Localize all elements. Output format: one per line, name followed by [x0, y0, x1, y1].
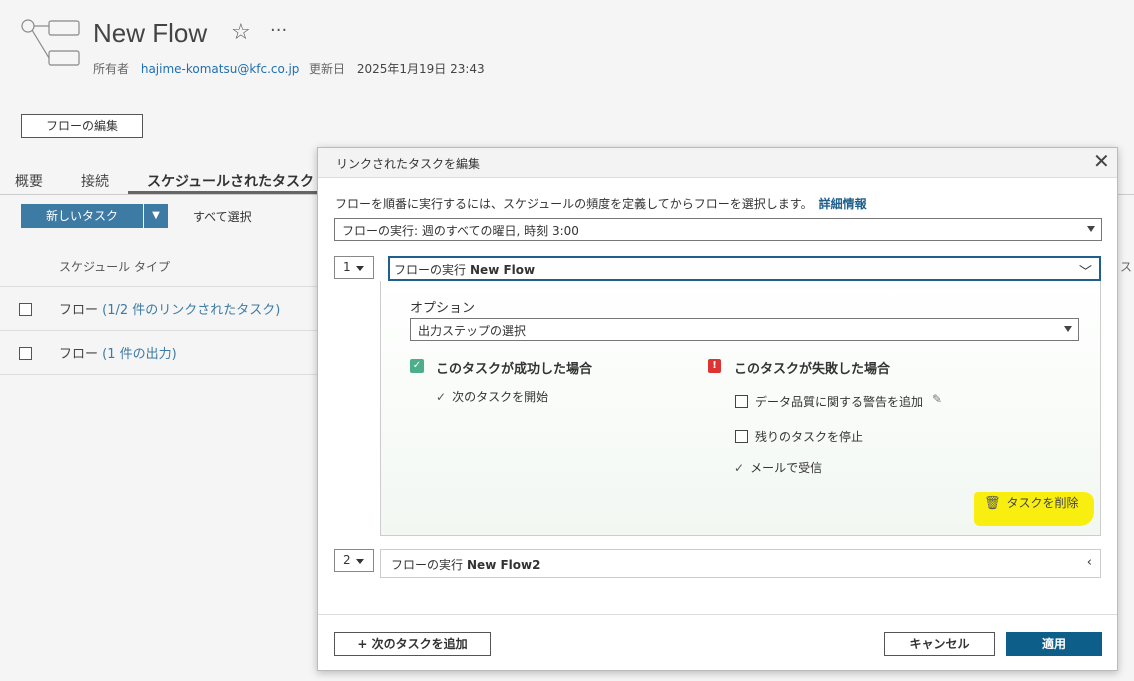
flow-icon — [21, 19, 80, 66]
cancel-button[interactable]: キャンセル — [884, 632, 995, 656]
success-check-icon: ✓ — [410, 359, 424, 373]
row-divider — [0, 330, 320, 331]
task-order-select[interactable]: 1 — [334, 256, 374, 279]
data-quality-label[interactable]: データ品質に関する警告を追加 — [755, 393, 923, 410]
option-label: オプション — [410, 301, 476, 316]
updated-meta: 更新日 2025年1月19日 23:43 — [309, 60, 485, 77]
dialog-description: フローを順番に実行するには、スケジュールの頻度を定義してからフローを選択します。… — [335, 195, 867, 212]
caret-down-icon — [1064, 326, 1072, 332]
schedule-type-column-header[interactable]: スケジュール タイプ — [59, 258, 170, 275]
task-flow-name: New Flow — [470, 263, 536, 277]
frequency-value: フローの実行: 週のすべての曜日, 時刻 3:00 — [342, 224, 579, 238]
task-details-panel: オプション 出力ステップの選択 ✓ このタスクが成功した場合 ✓ 次のタスクを開始… — [380, 281, 1101, 536]
task-flow-select[interactable]: フローの実行 New Flow2 ‹ — [380, 549, 1101, 578]
description-text: フローを順番に実行するには、スケジュールの頻度を定義してからフローを選択します。 — [335, 197, 813, 211]
delete-task-button[interactable]: 🗑 タスクを削除 — [984, 494, 1079, 511]
row-checkbox[interactable] — [19, 303, 32, 316]
star-icon[interactable]: ☆ — [231, 22, 251, 44]
task-order-select[interactable]: 2 — [334, 549, 374, 572]
owner-label: 所有者 — [93, 62, 130, 76]
add-next-task-button[interactable]: + 次のタスクを追加 — [334, 632, 491, 656]
output-step-select[interactable]: 出力ステップの選択 — [410, 318, 1079, 341]
tab-overview[interactable]: 概要 — [15, 171, 43, 191]
owner-meta: 所有者 hajime-komatsu@kfc.co.jp — [93, 60, 299, 77]
tab-scheduled-tasks[interactable]: スケジュールされたタスク — [147, 171, 314, 191]
failure-title: このタスクが失敗した場合 — [734, 362, 891, 377]
page-title: New Flow — [93, 18, 208, 48]
select-all-button[interactable]: すべて選択 — [193, 208, 252, 225]
task-flow-name: New Flow2 — [467, 558, 541, 572]
table-row: フロー (1 件の出力) — [59, 343, 177, 362]
owner-link[interactable]: hajime-komatsu@kfc.co.jp — [141, 62, 300, 76]
tab-connections[interactable]: 接続 — [81, 171, 109, 191]
updated-value: 2025年1月19日 23:43 — [356, 62, 485, 76]
edit-linked-tasks-dialog: リンクされたタスクを編集 ✕ フローを順番に実行するには、スケジュールの頻度を定… — [317, 147, 1118, 671]
row-type: フロー — [59, 347, 99, 362]
caret-down-icon — [356, 266, 364, 271]
row-link[interactable]: (1/2 件のリンクされたタスク) — [102, 303, 280, 318]
active-tab-indicator — [128, 191, 328, 194]
trash-icon: 🗑 — [984, 496, 1001, 511]
new-task-button[interactable]: 新しいタスク — [21, 204, 143, 228]
pencil-icon[interactable]: ✎ — [932, 392, 942, 406]
caret-down-icon — [1087, 226, 1095, 232]
row-checkbox[interactable] — [19, 347, 32, 360]
task-prefix: フローの実行 — [391, 558, 464, 572]
dialog-header: リンクされたタスクを編集 ✕ — [318, 148, 1117, 178]
success-title: このタスクが成功した場合 — [436, 362, 593, 377]
more-icon[interactable]: ··· — [270, 22, 287, 40]
stop-remaining-label[interactable]: 残りのタスクを停止 — [755, 428, 863, 445]
close-icon[interactable]: ✕ — [1093, 151, 1110, 171]
frequency-select[interactable]: フローの実行: 週のすべての曜日, 時刻 3:00 — [334, 218, 1102, 241]
task-number: 2 — [343, 553, 351, 567]
email-label: メールで受信 — [750, 461, 823, 475]
dialog-title: リンクされたタスクを編集 — [336, 157, 481, 171]
footer-divider — [318, 614, 1117, 615]
email-item[interactable]: ✓ メールで受信 — [734, 459, 822, 476]
row-divider — [0, 286, 320, 287]
apply-button[interactable]: 適用 — [1006, 632, 1102, 656]
caret-down-icon — [356, 559, 364, 564]
row-type: フロー — [59, 303, 99, 318]
option-value: 出力ステップの選択 — [418, 324, 527, 338]
edit-flow-button[interactable]: フローの編集 — [21, 114, 143, 138]
stop-remaining-checkbox[interactable] — [735, 430, 748, 443]
check-icon: ✓ — [734, 461, 745, 475]
delete-task-label: タスクを削除 — [1006, 496, 1079, 510]
task-number: 1 — [343, 260, 351, 274]
task-prefix: フローの実行 — [394, 263, 467, 277]
failure-alert-icon: ! — [708, 359, 721, 373]
check-icon: ✓ — [436, 390, 447, 404]
task-flow-select[interactable]: フローの実行 New Flow ﹀ — [388, 256, 1101, 281]
chevron-left-icon: ‹ — [1086, 555, 1092, 570]
detail-link[interactable]: 詳細情報 — [819, 197, 867, 211]
success-item[interactable]: ✓ 次のタスクを開始 — [436, 388, 548, 405]
clipped-column-header: ス — [1120, 260, 1133, 274]
chevron-down-icon: ﹀ — [1078, 265, 1092, 280]
new-task-dropdown-icon[interactable]: ▼ — [144, 204, 168, 228]
success-item-label: 次のタスクを開始 — [452, 390, 549, 404]
data-quality-checkbox[interactable] — [735, 395, 748, 408]
updated-label: 更新日 — [309, 62, 346, 76]
row-link[interactable]: (1 件の出力) — [102, 347, 177, 362]
table-row: フロー (1/2 件のリンクされたタスク) — [59, 299, 280, 318]
row-divider — [0, 374, 320, 375]
